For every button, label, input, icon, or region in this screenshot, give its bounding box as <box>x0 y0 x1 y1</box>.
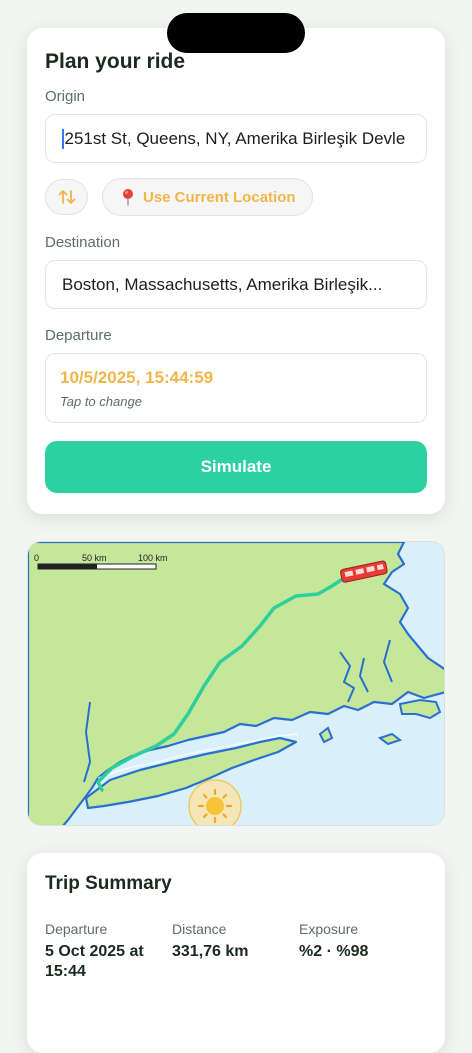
scale-label-100: 100 km <box>138 553 168 563</box>
swap-arrows-icon <box>58 190 75 204</box>
page-title: Plan your ride <box>45 50 186 73</box>
departure-label: Departure <box>45 327 112 344</box>
origin-input[interactable]: 251st St, Queens, NY, Amerika Birleşik D… <box>45 114 427 163</box>
route-map[interactable]: 0 50 km 100 km <box>27 541 445 826</box>
stat-label: Departure <box>45 921 108 937</box>
camera-notch <box>167 13 305 53</box>
sun-icon[interactable] <box>188 779 242 826</box>
stat-value: 5 Oct 2025 at 15:44 <box>45 943 144 980</box>
destination-value: Boston, Massachusetts, Amerika Birleşik.… <box>62 274 383 294</box>
origin-label: Origin <box>45 88 86 105</box>
departure-picker[interactable]: 10/5/2025, 15:44:59 Tap to change <box>45 353 427 423</box>
stat-label: Distance <box>172 921 227 937</box>
stat-label: Exposure <box>299 921 359 937</box>
map-canvas: 0 50 km 100 km <box>28 542 444 826</box>
destination-input[interactable]: Boston, Massachusetts, Amerika Birleşik.… <box>45 260 427 309</box>
stat-departure: Departure 5 Oct 2025 at 15:44 <box>45 921 172 982</box>
simulate-button[interactable]: Simulate <box>45 441 427 493</box>
origin-value: 251st St, Queens, NY, Amerika Birleşik D… <box>64 128 406 148</box>
stat-exposure: Exposure %2 · %98 <box>299 921 426 982</box>
stat-distance: Distance 331,76 km <box>172 921 299 982</box>
departure-hint: Tap to change <box>60 394 142 409</box>
use-current-location-button[interactable]: Use Current Location <box>102 178 313 216</box>
scale-label-50: 50 km <box>82 553 107 563</box>
text-cursor <box>62 128 64 149</box>
summary-stats: Departure 5 Oct 2025 at 15:44 Distance 3… <box>45 921 427 982</box>
stat-value: %2 · %98 <box>299 943 369 960</box>
use-current-location-label: Use Current Location <box>143 188 296 206</box>
destination-label: Destination <box>45 234 121 251</box>
plan-ride-card: Plan your ride Origin 251st St, Queens, … <box>27 28 445 514</box>
pin-icon <box>123 189 133 206</box>
summary-title: Trip Summary <box>45 873 172 894</box>
departure-value: 10/5/2025, 15:44:59 <box>60 368 214 387</box>
scale-label-0: 0 <box>34 553 39 563</box>
swap-button[interactable] <box>45 179 88 215</box>
trip-summary-card: Trip Summary Departure 5 Oct 2025 at 15:… <box>27 853 445 1053</box>
stat-value: 331,76 km <box>172 943 249 960</box>
